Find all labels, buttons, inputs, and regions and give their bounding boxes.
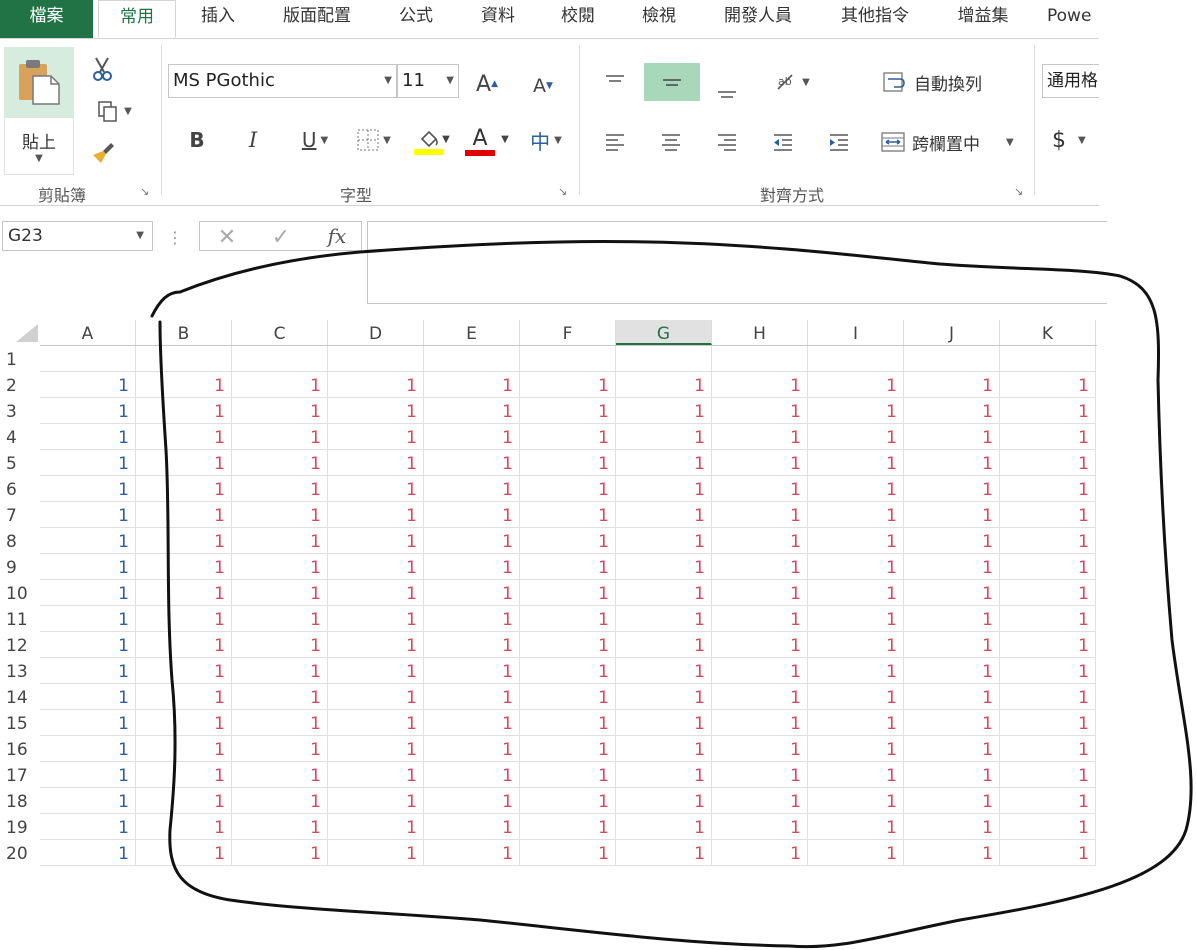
- hand-drawn-annotation: [150, 239, 1193, 949]
